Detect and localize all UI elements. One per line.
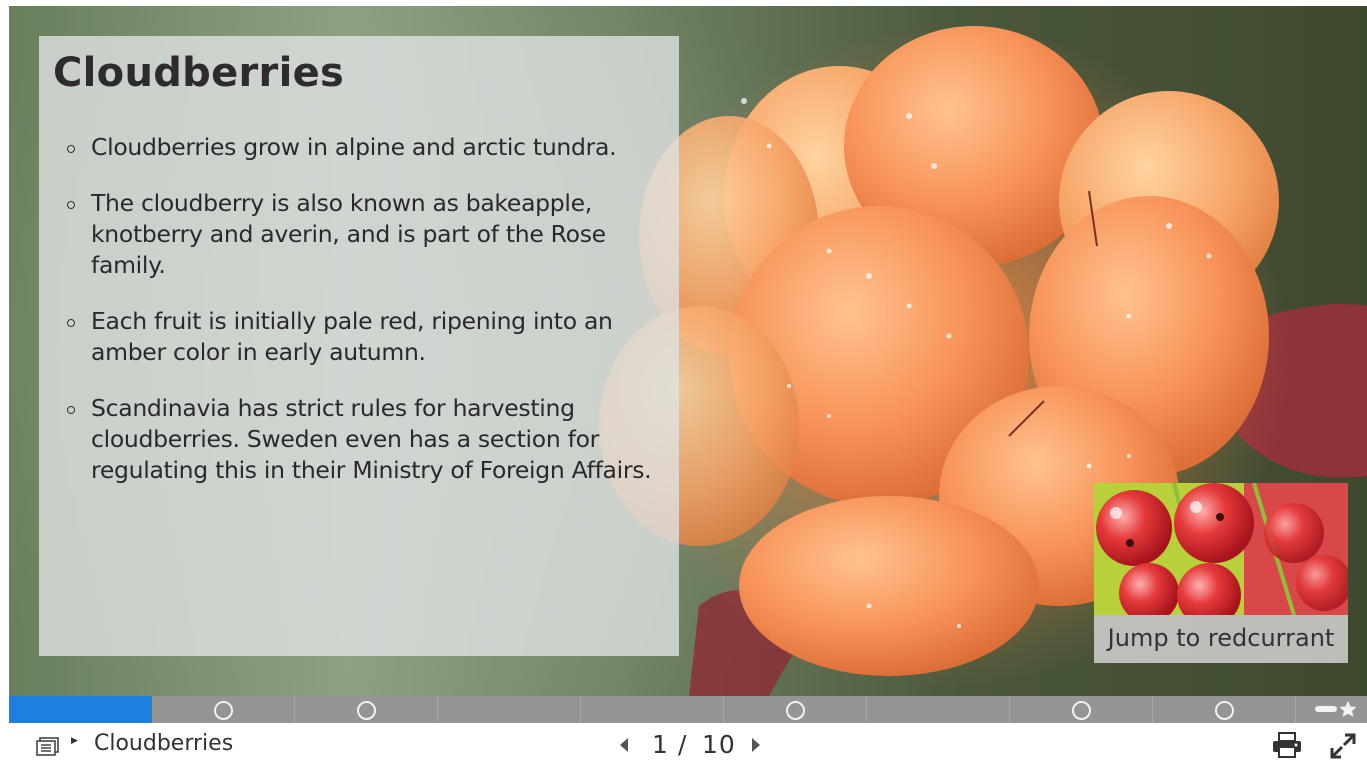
progress-segment-5[interactable]: [581, 696, 724, 723]
circle-icon: [357, 701, 376, 720]
bullet-item: Cloudberries grow in alpine and arctic t…: [61, 132, 661, 163]
circle-icon: [214, 701, 233, 720]
jump-to-redcurrant-link[interactable]: Jump to redcurrant: [1094, 483, 1348, 663]
jump-card-label: Jump to redcurrant: [1094, 615, 1348, 663]
bullet-item: Scandinavia has strict rules for harvest…: [61, 393, 661, 486]
print-icon[interactable]: [1272, 732, 1302, 758]
redcurrant-image: [1094, 483, 1348, 615]
fullscreen-icon[interactable]: [1330, 733, 1356, 759]
caret-right-icon: ▶: [71, 736, 78, 746]
progress-segment-1[interactable]: [9, 696, 152, 723]
current-page-number: 1: [652, 730, 669, 759]
summary-star-icon: [1315, 701, 1357, 717]
circle-icon: [1072, 701, 1091, 720]
progress-segment-6[interactable]: [724, 696, 867, 723]
progress-segment-9[interactable]: [1153, 696, 1296, 723]
bullet-item: Each fruit is initially pale red, ripeni…: [61, 306, 661, 368]
page-separator: /: [678, 730, 688, 759]
slide-title: Cloudberries: [53, 50, 345, 96]
current-slide-title: Cloudberries: [94, 731, 234, 756]
footer-bar: ▶ Cloudberries 1 / 10: [0, 723, 1367, 766]
progress-segment-7[interactable]: [867, 696, 1010, 723]
progress-segment-4[interactable]: [438, 696, 581, 723]
progress-segment-10[interactable]: [1296, 696, 1367, 723]
bullet-list: Cloudberries grow in alpine and arctic t…: [61, 132, 661, 511]
circle-icon: [786, 701, 805, 720]
circle-icon: [1215, 701, 1234, 720]
next-arrow-icon[interactable]: [750, 736, 762, 754]
content-panel: Cloudberries Cloudberries grow in alpine…: [39, 36, 679, 656]
progress-segment-8[interactable]: [1010, 696, 1153, 723]
slide-list-icon[interactable]: [36, 737, 60, 757]
slide-stage: Cloudberries Cloudberries grow in alpine…: [9, 6, 1367, 696]
prev-arrow-icon[interactable]: [618, 736, 630, 754]
progress-bar[interactable]: [9, 696, 1367, 723]
bullet-item: The cloudberry is also known as bakeappl…: [61, 188, 661, 281]
total-pages: 10: [702, 730, 736, 759]
progress-segment-3[interactable]: [295, 696, 438, 723]
progress-segment-2[interactable]: [152, 696, 295, 723]
